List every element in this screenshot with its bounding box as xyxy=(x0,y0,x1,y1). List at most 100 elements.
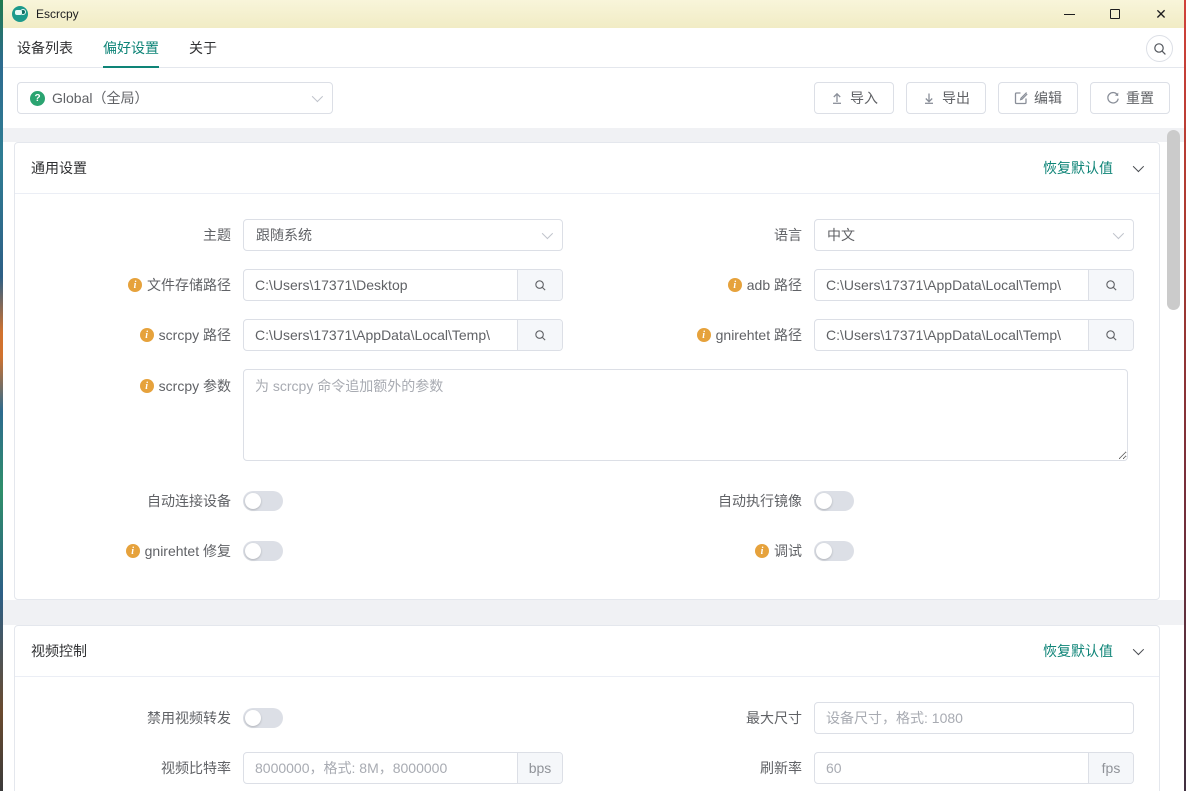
tab-preferences-label: 偏好设置 xyxy=(103,38,159,58)
section-title: 视频控制 xyxy=(31,641,87,661)
adb-path-browse-button[interactable] xyxy=(1088,270,1133,300)
maximize-button[interactable] xyxy=(1092,0,1138,28)
scrcpy-path-browse-button[interactable] xyxy=(517,320,562,350)
fps-label: 刷新率 xyxy=(586,758,814,778)
max-size-input[interactable] xyxy=(815,703,1133,733)
disable-video-toggle[interactable] xyxy=(243,708,283,728)
fps-field: 刷新率 fps xyxy=(586,752,1157,784)
max-size-label-text: 最大尺寸 xyxy=(746,708,802,728)
collapse-toggle[interactable] xyxy=(1131,645,1143,657)
download-icon xyxy=(922,91,936,105)
section-gap xyxy=(3,128,1184,142)
fps-input[interactable] xyxy=(815,753,1088,783)
gnirehtet-fix-toggle[interactable] xyxy=(243,541,283,561)
reset-button[interactable]: 重置 xyxy=(1090,82,1170,114)
info-icon[interactable]: i xyxy=(140,328,154,342)
restore-defaults-link[interactable]: 恢复默认值 xyxy=(1043,158,1113,178)
adb-path-input[interactable] xyxy=(815,270,1088,300)
tab-device-list-label: 设备列表 xyxy=(17,38,73,58)
scrcpy-path-field: iscrcpy 路径 xyxy=(15,319,586,351)
chevron-down-icon xyxy=(542,228,553,239)
tab-preferences[interactable]: 偏好设置 xyxy=(103,28,159,67)
gnirehtet-path-input-group xyxy=(814,319,1134,351)
window-controls: ✕ xyxy=(1046,0,1184,28)
edit-button-label: 编辑 xyxy=(1034,88,1062,108)
video-control-header: 视频控制 恢复默认值 xyxy=(15,626,1159,677)
video-control-body: 禁用视频转发 最大尺寸 视频比特率 xyxy=(15,677,1159,791)
disable-video-label-text: 禁用视频转发 xyxy=(147,708,231,728)
form-row: i文件存储路径 iadb 路径 xyxy=(15,269,1159,301)
file-path-browse-button[interactable] xyxy=(517,270,562,300)
auto-mirror-label-text: 自动执行镜像 xyxy=(718,491,802,511)
general-settings-section: 通用设置 恢复默认值 主题 跟随系统 语言 xyxy=(14,142,1160,600)
scrcpy-args-wrap xyxy=(243,369,1128,466)
file-path-input-group xyxy=(243,269,563,301)
scrcpy-path-input[interactable] xyxy=(244,320,517,350)
adb-path-label-text: adb 路径 xyxy=(747,275,802,295)
collapse-toggle[interactable] xyxy=(1131,162,1143,174)
info-icon[interactable]: i xyxy=(697,328,711,342)
auto-mirror-toggle[interactable] xyxy=(814,491,854,511)
section-gap xyxy=(3,600,1184,625)
export-button-label: 导出 xyxy=(942,88,970,108)
app-title: Escrcpy xyxy=(36,7,79,21)
general-settings-header: 通用设置 恢复默认值 xyxy=(15,143,1159,194)
question-icon: ? xyxy=(30,91,45,106)
info-icon[interactable]: i xyxy=(728,278,742,292)
scope-select[interactable]: ? Global（全局） xyxy=(17,82,333,114)
search-icon xyxy=(1105,329,1118,342)
edit-icon xyxy=(1014,91,1028,105)
chevron-down-icon xyxy=(312,91,323,102)
scrcpy-args-label: i scrcpy 参数 xyxy=(15,369,243,396)
gnirehtet-fix-label-text: gnirehtet 修复 xyxy=(145,541,231,561)
app-window: Escrcpy ✕ 设备列表 偏好设置 关于 ? Global（全局） 导入 导… xyxy=(3,0,1184,791)
search-icon xyxy=(1153,42,1167,56)
auto-connect-toggle[interactable] xyxy=(243,491,283,511)
minimize-button[interactable] xyxy=(1046,0,1092,28)
close-button[interactable]: ✕ xyxy=(1138,0,1184,28)
gnirehtet-path-browse-button[interactable] xyxy=(1088,320,1133,350)
gnirehtet-path-label: ignirehtet 路径 xyxy=(586,325,814,345)
bitrate-unit: bps xyxy=(517,753,562,783)
disable-video-field: 禁用视频转发 xyxy=(15,702,586,734)
debug-toggle[interactable] xyxy=(814,541,854,561)
info-icon[interactable]: i xyxy=(755,544,769,558)
info-icon[interactable]: i xyxy=(140,379,154,393)
adb-path-field: i adb 路径 xyxy=(586,269,1157,301)
search-icon xyxy=(1105,279,1118,292)
info-icon[interactable]: i xyxy=(126,544,140,558)
theme-label-text: 主题 xyxy=(203,225,231,245)
file-path-input[interactable] xyxy=(244,270,517,300)
restore-defaults-link[interactable]: 恢复默认值 xyxy=(1043,641,1113,661)
scrcpy-args-textarea[interactable] xyxy=(243,369,1128,461)
app-logo-icon xyxy=(12,6,28,22)
edit-button[interactable]: 编辑 xyxy=(998,82,1078,114)
search-button[interactable] xyxy=(1146,35,1173,62)
max-size-input-group xyxy=(814,702,1134,734)
tab-about[interactable]: 关于 xyxy=(189,28,217,67)
search-icon xyxy=(534,279,547,292)
export-button[interactable]: 导出 xyxy=(906,82,986,114)
tab-device-list[interactable]: 设备列表 xyxy=(17,28,73,67)
bitrate-input[interactable] xyxy=(244,753,517,783)
scrcpy-args-field: i scrcpy 参数 xyxy=(15,369,1159,466)
theme-field: 主题 跟随系统 xyxy=(15,219,586,251)
language-field: 语言 中文 xyxy=(586,219,1157,251)
refresh-icon xyxy=(1106,91,1120,105)
info-icon[interactable]: i xyxy=(128,278,142,292)
gnirehtet-path-input[interactable] xyxy=(815,320,1088,350)
general-settings-body: 主题 跟随系统 语言 中文 xyxy=(15,194,1159,599)
language-select[interactable]: 中文 xyxy=(814,219,1134,251)
scrollbar-thumb[interactable] xyxy=(1167,130,1180,310)
import-button[interactable]: 导入 xyxy=(814,82,894,114)
debug-field: i调试 xyxy=(586,541,1157,561)
auto-connect-label: 自动连接设备 xyxy=(15,491,243,511)
bitrate-input-group: bps xyxy=(243,752,563,784)
chevron-down-icon xyxy=(1113,228,1124,239)
theme-select[interactable]: 跟随系统 xyxy=(243,219,563,251)
bitrate-field: 视频比特率 bps xyxy=(15,752,586,784)
scrcpy-args-label-text: scrcpy 参数 xyxy=(159,376,231,396)
gnirehtet-fix-label: i gnirehtet 修复 xyxy=(15,541,243,561)
tab-about-label: 关于 xyxy=(189,38,217,58)
preferences-content: 通用设置 恢复默认值 主题 跟随系统 语言 xyxy=(3,128,1184,791)
